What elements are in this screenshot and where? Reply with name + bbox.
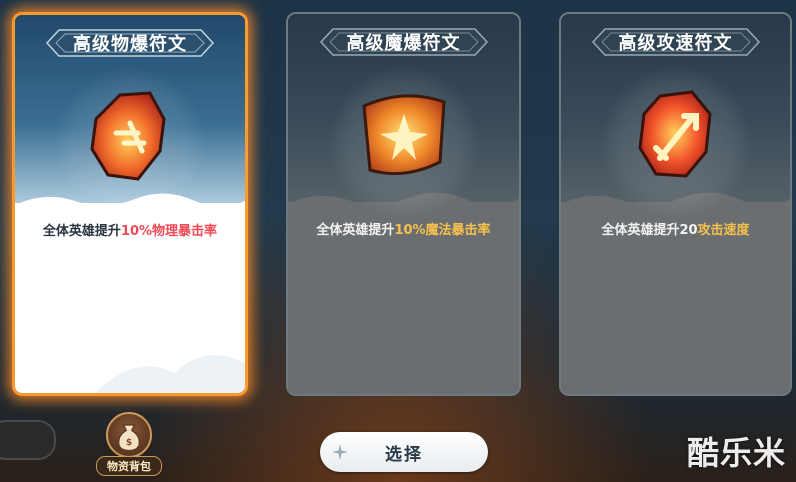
card-title-plate: 高级物爆符文 [45, 27, 215, 59]
select-button[interactable]: 选择 [320, 432, 488, 472]
card-title: 高级物爆符文 [73, 34, 187, 55]
rune-card-attack-speed[interactable]: 高级攻速符文 全体英雄提升20攻击速度 [559, 12, 792, 396]
card-title-plate: 高级魔爆符文 [319, 26, 489, 58]
desc-prefix: 全体英雄提升 [42, 224, 121, 239]
desc-highlight: 10%魔法暴击率 [394, 223, 491, 238]
game-screen: 高级物爆符文 全体英雄提升10%物理暴击率 高级魔爆符文 全体英雄提升10%魔法… [0, 0, 796, 482]
inventory-button[interactable]: $ 物资背包 [96, 412, 162, 478]
wave-decoration [95, 355, 245, 393]
svg-text:$: $ [126, 438, 132, 448]
bag-icon: $ [106, 412, 152, 458]
rune-card-magic-crit[interactable]: 高级魔爆符文 全体英雄提升10%魔法暴击率 [286, 12, 521, 396]
card-description: 全体英雄提升20攻击速度 [561, 219, 790, 238]
card-title: 高级魔爆符文 [346, 33, 461, 54]
card-description: 全体英雄提升10%物理暴击率 [15, 220, 245, 239]
inventory-label: 物资背包 [96, 456, 162, 476]
desc-highlight: 10%物理暴击率 [120, 224, 218, 239]
watermark-logo: 酷乐米 [686, 434, 786, 472]
side-toggle[interactable] [0, 420, 56, 460]
card-title: 高级攻速符文 [618, 33, 733, 54]
sparkle-icon [332, 444, 348, 460]
crit-rune-icon [90, 91, 166, 181]
desc-highlight: 攻击速度 [697, 223, 750, 238]
select-button-label: 选择 [385, 444, 423, 465]
card-title-plate: 高级攻速符文 [591, 26, 761, 58]
magic-rune-icon [361, 94, 446, 176]
rune-card-physical-crit[interactable]: 高级物爆符文 全体英雄提升10%物理暴击率 [12, 12, 248, 396]
desc-prefix: 全体英雄提升20 [601, 223, 698, 238]
desc-prefix: 全体英雄提升 [316, 223, 395, 238]
attack-speed-rune-icon [637, 90, 712, 178]
card-description: 全体英雄提升10%魔法暴击率 [288, 219, 519, 238]
